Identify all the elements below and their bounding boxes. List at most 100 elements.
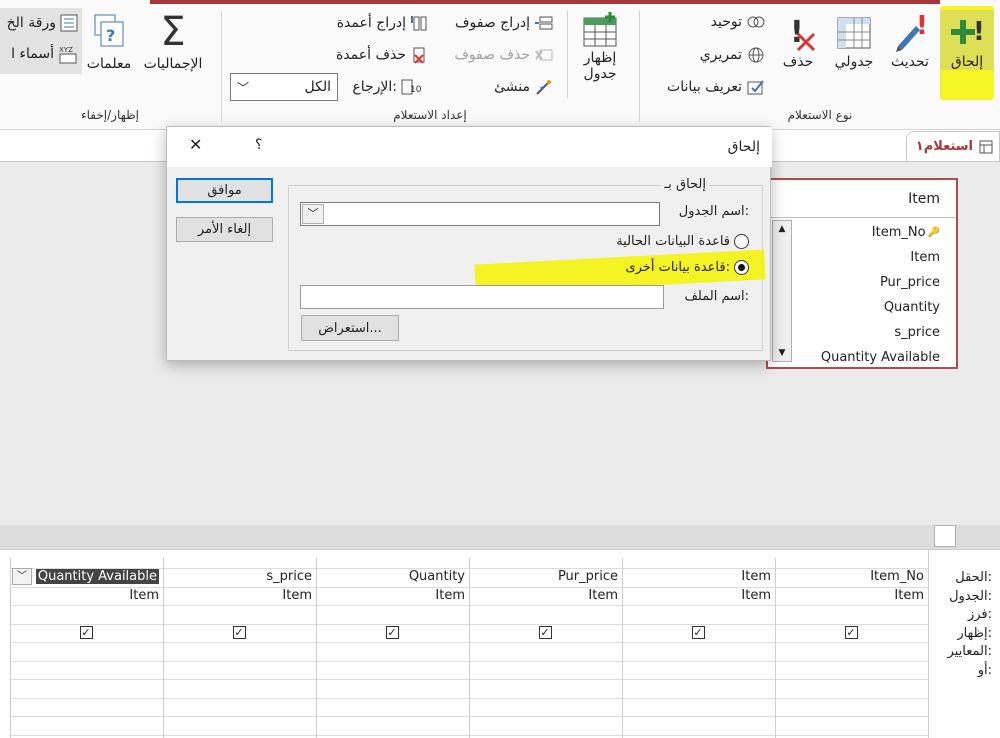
insert-rows-button[interactable]: إدراج صفوف (448, 14, 554, 32)
field-list-item[interactable]: Item_No 🔑 (796, 220, 954, 245)
table-names-icon: XYZ (59, 46, 77, 64)
data-definition-label: تعريف بيانات (667, 79, 742, 95)
field-list-item[interactable]: Quantity Available (796, 345, 954, 370)
totals-button[interactable]: Σ الإجماليات (138, 12, 208, 72)
globe-icon (748, 47, 764, 63)
grid-row-label: المعايير: (947, 644, 992, 659)
update-label: تحديث (891, 54, 929, 70)
return-label-group: الإرجاع: 10 (345, 78, 421, 96)
grid-table-cell[interactable]: Item (588, 588, 618, 603)
svg-text:!: ! (916, 11, 928, 41)
grid-field-cell[interactable]: Quantity (409, 569, 465, 584)
help-button[interactable]: ؟ (255, 137, 262, 153)
sigma-icon: Σ (160, 9, 186, 55)
return-select[interactable]: ﹀ الكل (230, 73, 338, 101)
union-label: توحيد (710, 14, 742, 30)
grid-table-cell[interactable]: Item (129, 588, 159, 603)
grid-table-cell[interactable]: Item (741, 588, 771, 603)
builder-button[interactable]: منشئ (470, 78, 554, 96)
grid-field-cell[interactable]: s_price (266, 569, 312, 584)
delete-rows-button[interactable]: حذف صفوف (448, 46, 554, 64)
grid-column[interactable] (469, 558, 622, 738)
grid-field-cell[interactable]: Item_No (870, 569, 924, 584)
ok-button[interactable]: موافق (176, 178, 273, 203)
crosstab-icon (837, 17, 871, 49)
delete-columns-label: حذف أعمدة (336, 47, 406, 63)
grid-field-cell[interactable]: Quantity Available (35, 569, 159, 584)
close-icon[interactable]: ✕ (189, 135, 202, 154)
show-table-icon (583, 12, 617, 47)
show-hide-group-label: إظهار/إخفاء (80, 108, 140, 122)
table-names-button[interactable]: أسماء ا XYZ (0, 44, 78, 64)
append-button[interactable]: ! إلحاق (940, 10, 994, 70)
cancel-button[interactable]: إلغاء الأمر (176, 217, 273, 242)
show-checkbox[interactable]: ✓ (691, 626, 705, 639)
another-db-option[interactable]: قاعدة بيانات أخرى: (625, 260, 749, 275)
show-checkbox[interactable]: ✓ (538, 626, 552, 639)
show-checkbox[interactable]: ✓ (232, 626, 246, 639)
append-to-group-label: إلحاق بـ (661, 177, 709, 192)
svg-text:!: ! (973, 17, 985, 47)
show-table-button[interactable]: إظهار جدول (574, 12, 626, 82)
insert-columns-button[interactable]: إدراج أعمدة (318, 14, 428, 32)
title-bar-accent (150, 0, 940, 4)
svg-text:XYZ: XYZ (59, 46, 73, 54)
scroll-down-icon[interactable]: ▼ (773, 345, 791, 361)
grid-table-cell[interactable]: Item (435, 588, 465, 603)
grid-column[interactable] (316, 558, 469, 738)
grid-column[interactable] (775, 558, 928, 738)
grid-row-label: فرز: (967, 607, 992, 622)
grid-table-cell[interactable]: Item (282, 588, 312, 603)
scroll-up-icon[interactable]: ▲ (773, 221, 791, 237)
grid-column[interactable] (10, 558, 163, 738)
grid-column[interactable] (622, 558, 775, 738)
delete-columns-icon (413, 47, 425, 64)
browse-button[interactable]: استعراض... (301, 315, 399, 341)
field-list-item[interactable]: Item (796, 245, 954, 270)
chevron-down-icon[interactable]: ﹀ (302, 204, 324, 224)
table-name-combo[interactable]: ﹀ (300, 202, 660, 226)
show-checkbox[interactable]: ✓ (385, 626, 399, 639)
show-checkbox[interactable]: ✓ (844, 626, 858, 639)
item-table-field-list[interactable]: Item ▲ ▼ Item_No 🔑 Item Pur_price Quantity s_… (766, 178, 958, 369)
query-tab[interactable]: استعلام١ (906, 131, 1000, 161)
delete-columns-button[interactable]: حذف أعمدة (318, 46, 428, 64)
update-button[interactable]: ! تحديث (884, 10, 936, 70)
grid-column[interactable] (163, 558, 316, 738)
another-db-radio[interactable] (734, 260, 749, 275)
delete-rows-label: حذف صفوف (454, 47, 530, 63)
grid-columns: Item_No Item ✓ Item Item ✓ Pur_price Item ✓ Quant… (0, 550, 928, 738)
union-button[interactable]: توحيد (690, 14, 766, 30)
current-db-option[interactable]: قاعدة البيانات الحالية (616, 234, 749, 249)
file-name-input[interactable] (300, 285, 664, 309)
property-sheet-button[interactable]: ورقة الخ (0, 14, 78, 32)
chevron-down-icon[interactable]: ﹀ (12, 568, 32, 585)
return-select-value: الكل (304, 79, 332, 95)
field-list-item[interactable]: Quantity (796, 295, 954, 320)
grid-field-cell[interactable]: Pur_price (558, 569, 618, 584)
pane-splitter[interactable] (0, 525, 1000, 549)
parameters-button[interactable]: ? معلمات (84, 12, 134, 72)
field-name: s_price (894, 325, 940, 340)
field-list-item[interactable]: Pur_price (796, 270, 954, 295)
current-db-label: قاعدة البيانات الحالية (616, 234, 730, 249)
data-definition-icon (747, 80, 764, 95)
field-list-item[interactable]: s_price (796, 320, 954, 345)
crosstab-button[interactable]: جدولي (828, 10, 880, 70)
grid-field-cell[interactable]: Item (741, 569, 771, 584)
table-names-label: أسماء ا (11, 46, 54, 62)
builder-label: منشئ (494, 79, 530, 95)
delete-query-button[interactable]: ! حذف (776, 10, 820, 70)
group-separator (221, 10, 222, 122)
group-separator (639, 10, 640, 122)
grid-table-cell[interactable]: Item (894, 588, 924, 603)
builder-wand-icon (536, 80, 551, 95)
data-definition-button[interactable]: تعريف بيانات (656, 78, 766, 96)
show-checkbox[interactable]: ✓ (79, 626, 93, 639)
field-name: Quantity Available (820, 350, 940, 365)
radio-selected-dot (738, 264, 745, 271)
dialog-title-bar: إلحاق ؟ ✕ (167, 127, 772, 167)
current-db-radio[interactable] (734, 234, 749, 249)
pass-through-button[interactable]: تمريري (680, 46, 766, 64)
field-list-scrollbar[interactable]: ▲ ▼ (772, 220, 792, 362)
